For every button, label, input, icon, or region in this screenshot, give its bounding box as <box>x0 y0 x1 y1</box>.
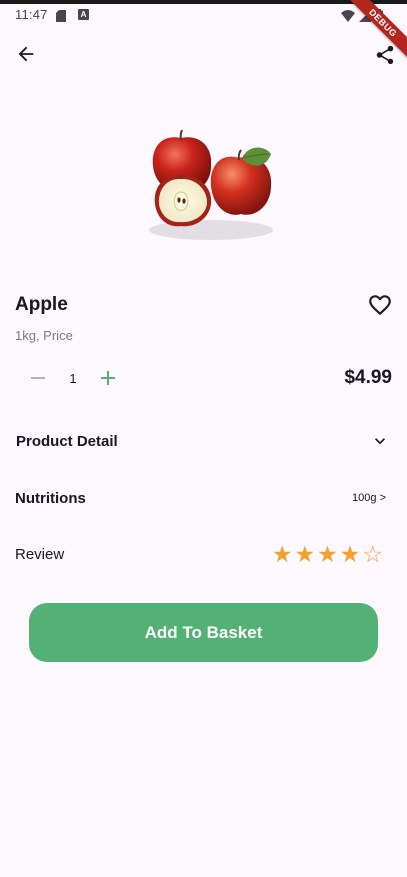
chevron-down-icon[interactable] <box>370 431 390 451</box>
review-row: Review ★ ★ ★ ★ ☆ <box>15 538 392 570</box>
heart-outline-icon <box>369 295 391 316</box>
share-icon <box>376 45 394 65</box>
a-notification-icon: A <box>78 9 89 20</box>
star-filled-icon[interactable]: ★ <box>272 542 293 566</box>
quantity-value: 1 <box>69 371 77 386</box>
status-time: 11:47 <box>15 7 48 22</box>
star-filled-icon[interactable]: ★ <box>295 542 316 566</box>
product-image <box>133 129 283 250</box>
product-name: Apple <box>15 294 68 315</box>
product-unit: 1kg, Price <box>15 328 73 343</box>
status-bar: 11:47 A DEBUG <box>0 0 407 64</box>
back-button[interactable] <box>12 40 40 68</box>
product-price: $4.99 <box>344 367 392 388</box>
arrow-left-icon <box>18 46 34 62</box>
minus-icon <box>31 377 45 379</box>
star-outline-icon[interactable]: ☆ <box>362 542 383 566</box>
nutritions-label: Nutritions <box>15 489 86 507</box>
rating-stars[interactable]: ★ ★ ★ ★ ☆ <box>272 542 383 566</box>
star-filled-icon[interactable]: ★ <box>317 542 338 566</box>
star-filled-icon[interactable]: ★ <box>340 542 361 566</box>
favorite-button[interactable] <box>367 292 393 318</box>
wifi-icon <box>341 9 355 27</box>
increase-quantity-button[interactable] <box>98 368 118 388</box>
review-label: Review <box>15 545 65 563</box>
sd-card-icon <box>56 9 66 27</box>
product-detail-row[interactable]: Product Detail <box>15 425 392 457</box>
nutritions-row[interactable]: Nutritions 100g > <box>15 482 392 514</box>
add-to-basket-button[interactable]: Add To Basket <box>29 603 378 662</box>
nutritions-value[interactable]: 100g > <box>352 492 386 504</box>
decrease-quantity-button[interactable] <box>28 368 48 388</box>
apple-illustration <box>149 129 273 240</box>
share-button[interactable] <box>371 41 399 69</box>
product-detail-label: Product Detail <box>16 432 118 450</box>
plus-icon <box>101 371 115 385</box>
